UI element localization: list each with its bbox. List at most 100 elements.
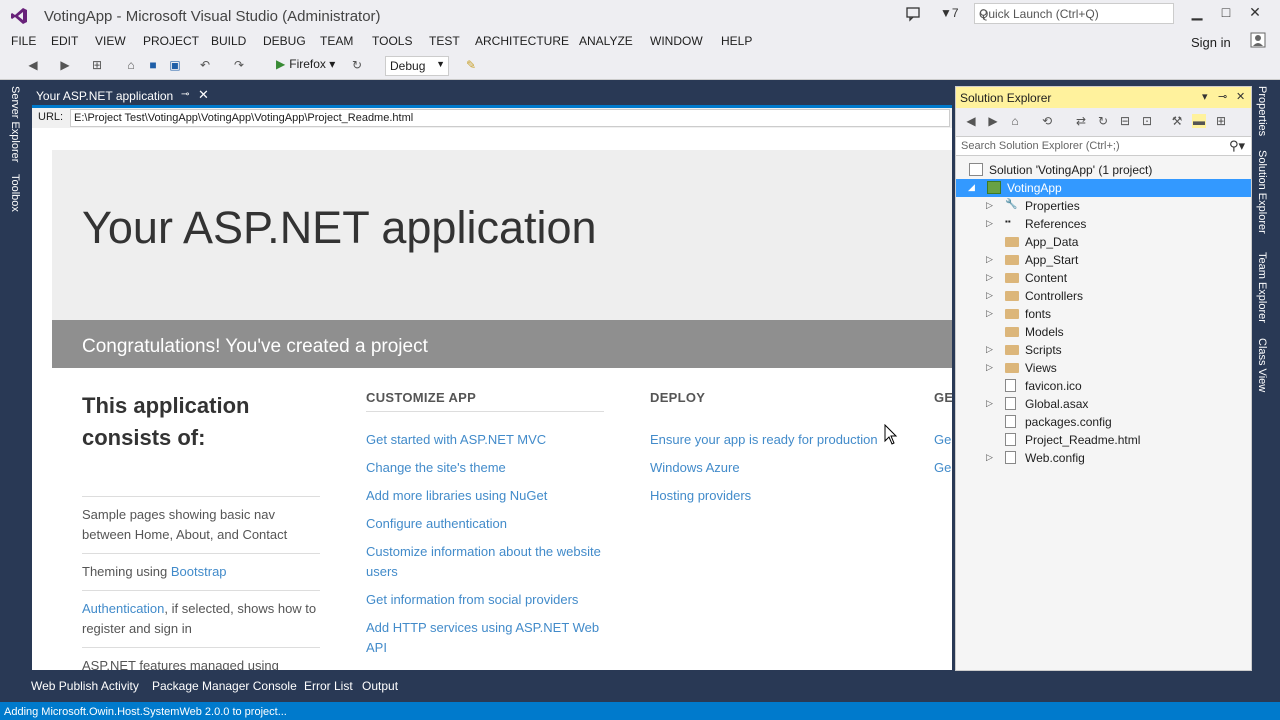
class-diagram-icon[interactable]: ⊞ bbox=[1214, 114, 1228, 128]
new-project-icon[interactable]: ⊞ bbox=[90, 58, 104, 72]
user-account-icon[interactable] bbox=[1250, 32, 1266, 48]
find-in-files-icon[interactable]: ✎ bbox=[464, 58, 478, 72]
expand-arrow-icon[interactable]: ▷ bbox=[986, 272, 996, 283]
notifications-button[interactable]: ▼7 bbox=[940, 6, 959, 20]
refresh-icon[interactable]: ↻ bbox=[350, 58, 364, 72]
customize-link[interactable]: Configure authentication bbox=[366, 514, 604, 534]
tree-node-item[interactable]: ▷ Views bbox=[956, 359, 1251, 377]
tab-properties[interactable]: Properties bbox=[1256, 86, 1268, 136]
open-file-icon[interactable]: ⌂ bbox=[124, 58, 138, 72]
menu-test[interactable]: TEST bbox=[429, 34, 460, 48]
menu-tools[interactable]: TOOLS bbox=[372, 34, 412, 48]
expand-arrow-icon[interactable]: ▷ bbox=[986, 290, 996, 301]
maximize-button[interactable]: □ bbox=[1215, 4, 1237, 22]
navigate-forward-icon[interactable]: ▶ bbox=[58, 58, 72, 72]
sign-in-link[interactable]: Sign in bbox=[1191, 35, 1231, 50]
tree-node-item[interactable]: ▷ Global.asax bbox=[956, 395, 1251, 413]
customize-link[interactable]: Customize information about the website … bbox=[366, 542, 604, 582]
expand-arrow-icon[interactable]: ▷ bbox=[986, 218, 996, 229]
deploy-link[interactable]: Windows Azure bbox=[650, 458, 888, 478]
home-icon[interactable]: ⌂ bbox=[1008, 114, 1022, 128]
sync-with-document-icon[interactable]: ⇄ bbox=[1074, 114, 1088, 128]
bootstrap-link[interactable]: Bootstrap bbox=[171, 564, 227, 579]
back-icon[interactable]: ◀ bbox=[964, 114, 978, 128]
expand-arrow-icon[interactable]: ▷ bbox=[986, 452, 996, 463]
solution-explorer-search[interactable]: Search Solution Explorer (Ctrl+;) ⚲▾ bbox=[956, 136, 1251, 156]
menu-help[interactable]: HELP bbox=[721, 34, 752, 48]
menu-debug[interactable]: DEBUG bbox=[263, 34, 306, 48]
menu-edit[interactable]: EDIT bbox=[51, 34, 78, 48]
tree-node-item[interactable]: packages.config bbox=[956, 413, 1251, 431]
close-button[interactable]: ✕ bbox=[1244, 4, 1266, 22]
menu-team[interactable]: TEAM bbox=[320, 34, 353, 48]
collapse-arrow-icon[interactable]: ◢ bbox=[968, 182, 978, 193]
expand-arrow-icon[interactable]: ▷ bbox=[986, 362, 996, 373]
customize-link[interactable]: Add more libraries using NuGet bbox=[366, 486, 604, 506]
deploy-link[interactable]: Ensure your app is ready for production bbox=[650, 430, 888, 450]
tree-node-item[interactable]: App_Data bbox=[956, 233, 1251, 251]
tab-team-explorer[interactable]: Team Explorer bbox=[1256, 252, 1268, 323]
document-tab[interactable]: Your ASP.NET application ⊸ ✕ bbox=[32, 86, 212, 105]
tree-node-item[interactable]: ▷ Controllers bbox=[956, 287, 1251, 305]
tree-node-item[interactable]: Project_Readme.html bbox=[956, 431, 1251, 449]
forward-icon[interactable]: ▶ bbox=[986, 114, 1000, 128]
help-link[interactable]: Ge bbox=[934, 458, 952, 478]
menu-file[interactable]: FILE bbox=[11, 34, 36, 48]
authentication-link[interactable]: Authentication bbox=[82, 601, 164, 616]
pin-icon[interactable]: ⊸ bbox=[181, 89, 189, 100]
start-debugging-button[interactable]: ▶ Firefox ▾ bbox=[276, 57, 335, 75]
close-tab-icon[interactable]: ✕ bbox=[198, 87, 209, 103]
tree-node-item[interactable]: ▷ Scripts bbox=[956, 341, 1251, 359]
customize-link[interactable]: Add HTTP services using ASP.NET Web API bbox=[366, 618, 604, 658]
tab-error-list[interactable]: Error List bbox=[304, 679, 353, 693]
menu-analyze[interactable]: ANALYZE bbox=[579, 34, 633, 48]
undo-icon[interactable]: ↶ bbox=[198, 58, 212, 72]
tree-node-item[interactable]: Models bbox=[956, 323, 1251, 341]
expand-arrow-icon[interactable]: ▷ bbox=[986, 200, 996, 211]
collapse-all-icon[interactable]: ⊟ bbox=[1118, 114, 1132, 128]
redo-icon[interactable]: ↷ bbox=[232, 58, 246, 72]
tree-node-item[interactable]: favicon.ico bbox=[956, 377, 1251, 395]
tree-node-project[interactable]: ◢ VotingApp bbox=[956, 179, 1251, 197]
tree-node-item[interactable]: ▷ fonts bbox=[956, 305, 1251, 323]
menu-architecture[interactable]: ARCHITECTURE bbox=[475, 34, 569, 48]
tree-node-solution[interactable]: Solution 'VotingApp' (1 project) bbox=[956, 161, 1251, 179]
customize-link[interactable]: Get information from social providers bbox=[366, 590, 604, 610]
tab-web-publish-activity[interactable]: Web Publish Activity bbox=[31, 679, 139, 693]
save-icon[interactable]: ■ bbox=[146, 58, 160, 72]
tree-node-item[interactable]: ▷ Web.config bbox=[956, 449, 1251, 467]
preview-selected-items-icon[interactable]: ▬ bbox=[1192, 114, 1206, 128]
customize-link[interactable]: Get started with ASP.NET MVC bbox=[366, 430, 604, 450]
menu-project[interactable]: PROJECT bbox=[143, 34, 199, 48]
tree-node-item[interactable]: ▷ ▪▪ References bbox=[956, 215, 1251, 233]
expand-arrow-icon[interactable]: ▷ bbox=[986, 308, 996, 319]
menu-view[interactable]: VIEW bbox=[95, 34, 126, 48]
tab-package-manager-console[interactable]: Package Manager Console bbox=[152, 679, 297, 693]
solution-configuration-dropdown[interactable]: Debug ▼ bbox=[385, 56, 449, 76]
expand-arrow-icon[interactable]: ▷ bbox=[986, 344, 996, 355]
tree-node-item[interactable]: ▷ 🔧 Properties bbox=[956, 197, 1251, 215]
minimize-button[interactable]: ▁ bbox=[1186, 4, 1208, 22]
window-position-dropdown-icon[interactable]: ▾ bbox=[1202, 90, 1208, 103]
menu-build[interactable]: BUILD bbox=[211, 34, 246, 48]
properties-icon[interactable]: ⚒ bbox=[1170, 114, 1184, 128]
pending-changes-filter-icon[interactable]: ⟲ bbox=[1040, 114, 1054, 128]
save-all-icon[interactable]: ▣ bbox=[168, 58, 182, 72]
tab-server-explorer[interactable]: Server Explorer bbox=[9, 86, 21, 162]
tab-output[interactable]: Output bbox=[362, 679, 398, 693]
tab-class-view[interactable]: Class View bbox=[1256, 338, 1268, 392]
tree-node-item[interactable]: ▷ Content bbox=[956, 269, 1251, 287]
menu-window[interactable]: WINDOW bbox=[650, 34, 703, 48]
url-input[interactable]: E:\Project Test\VotingApp\VotingApp\Voti… bbox=[70, 109, 950, 127]
close-panel-icon[interactable]: ✕ bbox=[1236, 90, 1245, 103]
deploy-link[interactable]: Hosting providers bbox=[650, 486, 888, 506]
tab-solution-explorer[interactable]: Solution Explorer bbox=[1256, 150, 1268, 234]
feedback-icon[interactable] bbox=[905, 6, 921, 22]
show-all-files-icon[interactable]: ⊡ bbox=[1140, 114, 1154, 128]
tree-node-item[interactable]: ▷ App_Start bbox=[956, 251, 1251, 269]
expand-arrow-icon[interactable]: ▷ bbox=[986, 398, 996, 409]
navigate-back-icon[interactable]: ◀ bbox=[26, 58, 40, 72]
help-link[interactable]: Ge bbox=[934, 430, 952, 450]
refresh-icon[interactable]: ↻ bbox=[1096, 114, 1110, 128]
customize-link[interactable]: Change the site's theme bbox=[366, 458, 604, 478]
